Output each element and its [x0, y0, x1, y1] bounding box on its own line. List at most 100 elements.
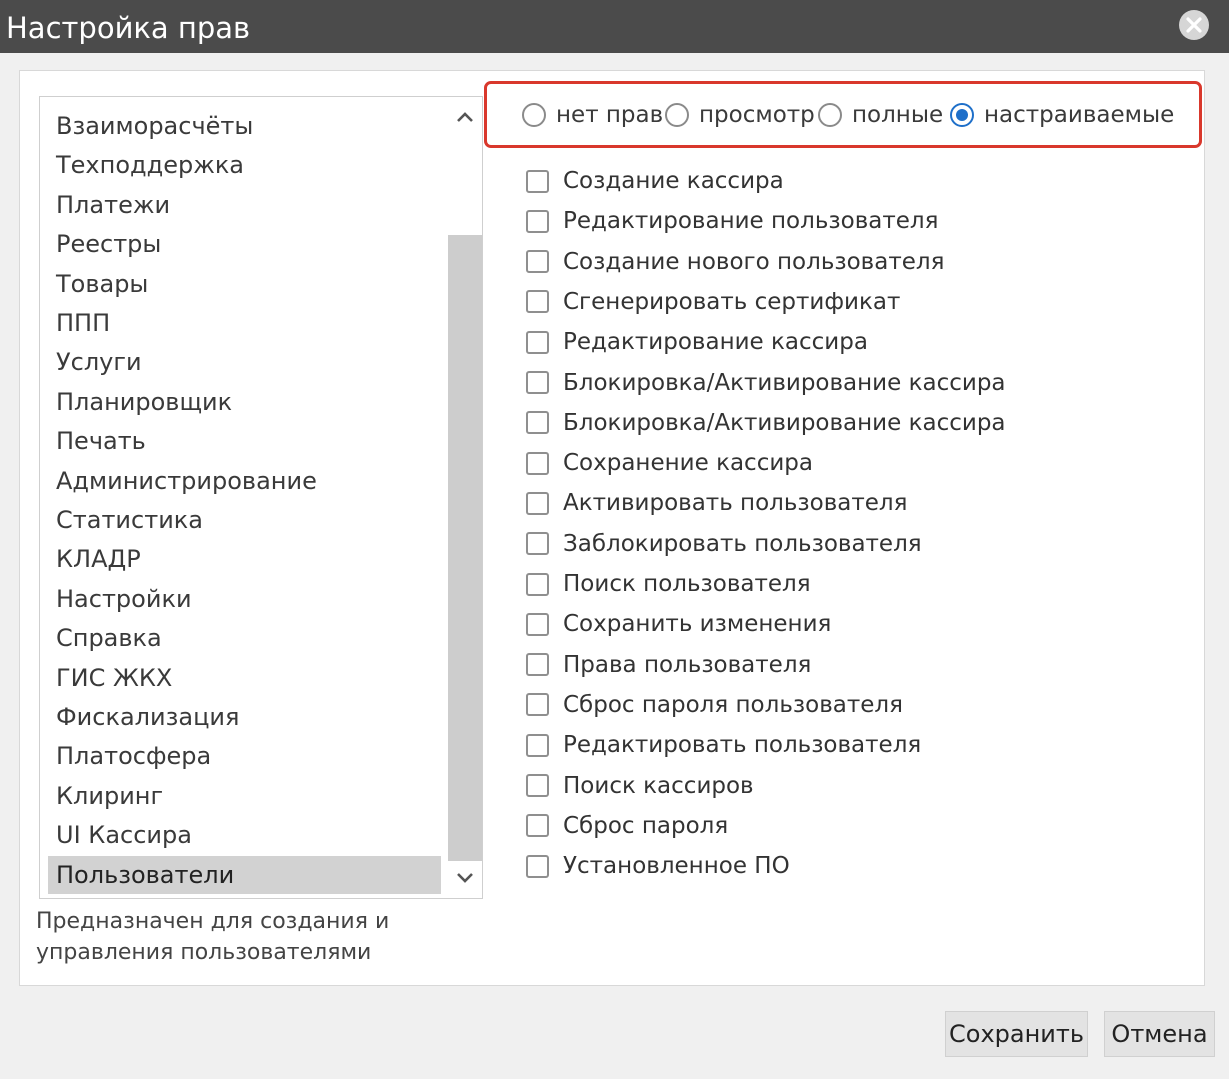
section-list-item[interactable]: Техподдержка	[48, 146, 441, 184]
permission-label: Редактировать пользователя	[563, 732, 922, 759]
dialog-titlebar: Настройка прав	[0, 0, 1229, 53]
permission-row[interactable]: Сохранить изменения	[526, 607, 1086, 641]
permission-row[interactable]: Сгенерировать сертификат	[526, 285, 1086, 319]
section-list-item[interactable]: Реестры	[48, 225, 441, 263]
permission-checkbox[interactable]	[526, 451, 549, 475]
permission-row[interactable]: Активировать пользователя	[526, 486, 1086, 520]
close-button[interactable]	[1179, 10, 1209, 40]
section-list-item[interactable]: ППП	[48, 304, 441, 342]
section-list-item[interactable]: Платежи	[48, 186, 441, 224]
permission-checkbox[interactable]	[526, 411, 549, 435]
section-list-item[interactable]: Пользователи	[48, 855, 441, 894]
cancel-button[interactable]: Отмена	[1104, 1011, 1215, 1057]
permission-checkbox[interactable]	[526, 572, 549, 596]
permission-checkbox[interactable]	[526, 612, 549, 636]
permission-row[interactable]: Блокировка/Активирование кассира	[526, 366, 1086, 400]
permission-label: Установленное ПО	[563, 853, 790, 880]
permission-label: Создание нового пользователя	[563, 248, 945, 275]
permission-checkbox[interactable]	[526, 774, 549, 797]
permission-label: Активировать пользователя	[563, 490, 908, 517]
permission-checkbox[interactable]	[526, 653, 549, 677]
permission-checkbox[interactable]	[526, 814, 549, 838]
radio-unchecked-icon[interactable]	[665, 102, 689, 127]
save-button[interactable]: Сохранить	[945, 1011, 1088, 1057]
permission-checkbox[interactable]	[526, 532, 549, 556]
permission-label: Поиск кассиров	[563, 772, 754, 799]
permission-label: Поиск пользователя	[563, 571, 811, 597]
chevron-up-icon	[457, 112, 473, 122]
permission-checkbox[interactable]	[526, 854, 549, 878]
radio-unchecked-icon[interactable]	[522, 102, 546, 127]
scroll-down-button[interactable]	[448, 860, 482, 896]
permission-label: Блокировка/Активирование кассира	[563, 369, 1006, 396]
permission-row[interactable]: Сохранение кассира	[526, 446, 1086, 480]
scroll-up-button[interactable]	[448, 99, 482, 135]
permission-checkbox[interactable]	[526, 330, 549, 354]
section-list-item[interactable]: Справка	[48, 619, 441, 657]
section-list-item[interactable]: Фискализация	[48, 698, 441, 736]
permission-label: Редактирование кассира	[563, 329, 868, 356]
permission-row[interactable]: Создание нового пользователя	[526, 245, 1086, 279]
section-list-item[interactable]: КЛАДР	[48, 540, 441, 578]
section-list-item[interactable]: Статистика	[48, 501, 441, 539]
permission-checkbox[interactable]	[526, 250, 549, 274]
permission-row[interactable]: Сброс пароля	[526, 809, 1086, 843]
permission-label: Сгенерировать сертификат	[563, 288, 901, 315]
permission-label: Сохранение кассира	[563, 450, 813, 477]
list-scrollbar[interactable]	[448, 97, 482, 898]
radio-label: просмотр	[699, 101, 815, 128]
radio-unchecked-icon[interactable]	[818, 102, 842, 127]
radio-label: нет прав	[556, 101, 664, 128]
permission-label: Сброс пароля	[563, 812, 729, 839]
section-list-item[interactable]: Печать	[48, 422, 441, 460]
permission-checkbox[interactable]	[526, 491, 549, 515]
section-list-item[interactable]: ГИС ЖКХ	[48, 659, 441, 697]
permission-label: Создание кассира	[563, 168, 784, 194]
permission-label: Сброс пароля пользователя	[563, 691, 903, 718]
section-list-item[interactable]: Клиринг	[48, 777, 441, 815]
section-list-item[interactable]: Услуги	[48, 343, 441, 381]
permission-checkbox[interactable]	[526, 290, 549, 314]
permission-row[interactable]: Права пользователя	[526, 648, 1086, 682]
permission-label: Сохранить изменения	[563, 611, 832, 638]
radio-label: настраиваемые	[984, 101, 1175, 128]
close-icon	[1186, 17, 1202, 33]
permission-row[interactable]: Создание кассира	[526, 164, 1086, 198]
section-list-item[interactable]: Взаиморасчёты	[48, 107, 441, 145]
permission-row[interactable]: Блокировка/Активирование кассира	[526, 406, 1086, 440]
permission-label: Права пользователя	[563, 651, 812, 678]
permission-row[interactable]: Редактировать пользователя	[526, 728, 1086, 762]
section-list-item[interactable]: UI Кассира	[48, 816, 441, 854]
section-list-item[interactable]: Платосфера	[48, 737, 441, 775]
radio-checked-icon[interactable]	[950, 102, 974, 127]
sections-listbox: Взаиморасчёты Техподдержка Платежи Реестры Т…	[39, 96, 483, 899]
permission-checkbox[interactable]	[526, 733, 549, 757]
access-level-radio-group: нет прав просмотр полные настраиваемые	[484, 81, 1202, 148]
scroll-thumb[interactable]	[448, 235, 482, 861]
permission-row[interactable]: Редактирование кассира	[526, 325, 1086, 359]
chevron-down-icon	[457, 873, 473, 883]
permission-label: Блокировка/Активирование кассира	[563, 409, 1006, 436]
access-radio-option[interactable]: нет прав	[522, 84, 663, 145]
permission-row[interactable]: Поиск пользователя	[526, 567, 1086, 601]
access-radio-option[interactable]: просмотр	[665, 84, 815, 145]
section-list-item[interactable]: Планировщик	[48, 383, 441, 421]
section-list-item[interactable]: Товары	[48, 265, 441, 303]
permission-label: Редактирование пользователя	[563, 208, 939, 235]
permission-checkbox[interactable]	[526, 693, 549, 717]
radio-label: полные	[852, 101, 944, 128]
permission-row[interactable]: Редактирование пользователя	[526, 204, 1086, 238]
section-list-item[interactable]: Администрирование	[48, 462, 441, 500]
access-radio-option[interactable]: полные	[818, 84, 943, 145]
permission-row[interactable]: Сброс пароля пользователя	[526, 688, 1086, 722]
radio-dot	[956, 108, 968, 121]
section-list-item[interactable]: Настройки	[48, 580, 441, 618]
access-radio-option[interactable]: настраиваемые	[950, 84, 1174, 145]
permission-checkbox[interactable]	[526, 209, 549, 233]
permission-checkbox[interactable]	[526, 371, 549, 394]
permission-row[interactable]: Заблокировать пользователя	[526, 527, 1086, 561]
permission-row[interactable]: Установленное ПО	[526, 849, 1086, 883]
permission-row[interactable]: Поиск кассиров	[526, 769, 1086, 803]
permission-checkbox[interactable]	[526, 169, 549, 193]
permission-label: Заблокировать пользователя	[563, 530, 922, 557]
